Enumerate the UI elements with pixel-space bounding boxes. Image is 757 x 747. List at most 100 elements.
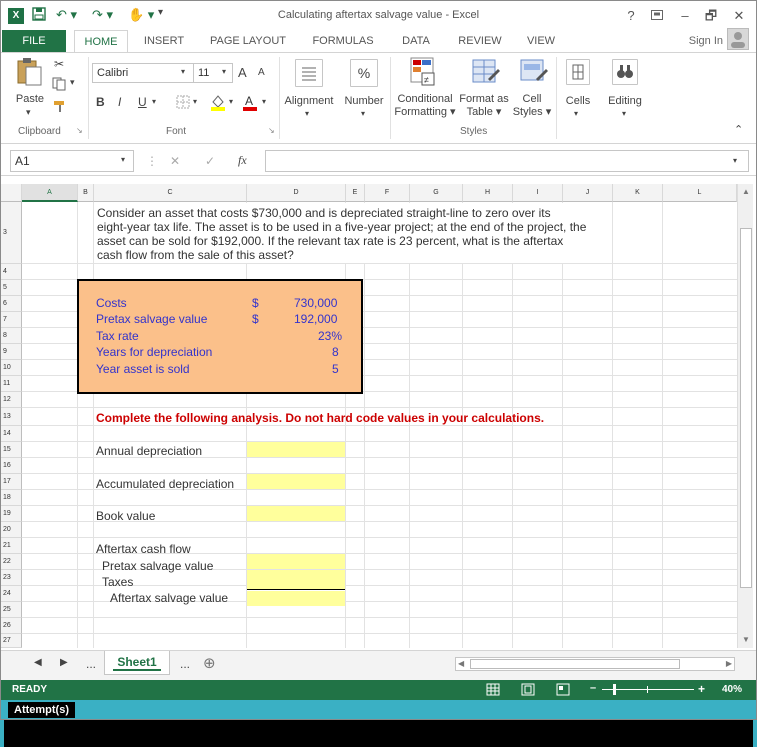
format-as-table-icon[interactable] [472, 57, 500, 87]
editing-icon[interactable] [612, 59, 638, 85]
row-header-8[interactable]: 8 [0, 328, 22, 344]
column-header-c[interactable]: C [94, 184, 247, 202]
row-header-20[interactable]: 20 [0, 522, 22, 538]
worksheet-grid[interactable]: A B C D E F G H I J K L 3 4 5 6 7 8 9 10… [0, 184, 737, 648]
next-sheet-icon[interactable]: ▶ [60, 657, 68, 668]
cells-button-label[interactable]: Cells [560, 95, 596, 107]
help-button[interactable]: ? [620, 6, 642, 26]
column-header-l[interactable]: L [663, 184, 737, 202]
copy-icon[interactable] [52, 77, 68, 91]
font-name-select[interactable]: Calibri [92, 63, 194, 83]
more-sheets-left[interactable]: ... [86, 657, 96, 671]
row-header-24[interactable]: 24 [0, 586, 22, 602]
clipboard-launcher-icon[interactable]: ↘ [76, 126, 83, 135]
editing-button-label[interactable]: Editing [602, 95, 648, 107]
column-header-j[interactable]: J [563, 184, 613, 202]
tab-file[interactable]: FILE [2, 30, 66, 52]
input-value-pretax-salvage[interactable]: 192,000 [294, 312, 337, 326]
bold-button[interactable]: B [96, 95, 105, 109]
row-header-13[interactable]: 13 [0, 408, 22, 426]
tab-page-layout[interactable]: PAGE LAYOUT [204, 30, 292, 52]
alignment-dropdown-icon[interactable]: ▾ [305, 109, 309, 118]
scroll-left-icon[interactable]: ◀ [458, 659, 464, 668]
cut-icon[interactable]: ✂ [54, 57, 64, 71]
input-value-costs[interactable]: 730,000 [294, 296, 337, 310]
answer-cell-pretax-salvage[interactable] [247, 554, 345, 569]
answer-cell-book-value[interactable] [247, 506, 345, 521]
row-header-12[interactable]: 12 [0, 392, 22, 408]
fill-color-icon[interactable] [210, 93, 226, 111]
row-header-17[interactable]: 17 [0, 474, 22, 490]
row-header-15[interactable]: 15 [0, 442, 22, 458]
minimize-button[interactable]: – [674, 6, 696, 26]
row-header-14[interactable]: 14 [0, 426, 22, 442]
scroll-down-icon[interactable]: ▼ [740, 634, 752, 646]
problem-text-block[interactable]: Consider an asset that costs $730,000 an… [94, 203, 612, 263]
cancel-entry-icon[interactable]: ✕ [170, 154, 180, 168]
paste-icon[interactable] [16, 57, 44, 87]
zoom-level[interactable]: 40% [722, 684, 742, 695]
font-size-dropdown-icon[interactable]: ▾ [222, 67, 226, 76]
formula-input[interactable] [265, 150, 749, 172]
row-header-19[interactable]: 19 [0, 506, 22, 522]
close-button[interactable]: ✕ [728, 6, 750, 26]
row-header-5[interactable]: 5 [0, 280, 22, 296]
prev-sheet-icon[interactable]: ◀ [34, 657, 42, 668]
row-header-11[interactable]: 11 [0, 376, 22, 392]
tab-data[interactable]: DATA [392, 30, 440, 52]
tab-home[interactable]: HOME [74, 30, 128, 52]
column-header-k[interactable]: K [613, 184, 663, 202]
paste-dropdown-icon[interactable]: ▾ [26, 107, 31, 118]
restore-button[interactable]: 🗗 [700, 6, 722, 26]
italic-button[interactable]: I [118, 95, 121, 109]
sign-in-link[interactable]: Sign In [689, 35, 723, 47]
page-break-preview-icon[interactable] [556, 683, 570, 696]
borders-icon[interactable] [176, 95, 190, 109]
tab-insert[interactable]: INSERT [136, 30, 192, 52]
row-header-26[interactable]: 26 [0, 618, 22, 634]
page-layout-view-icon[interactable] [521, 683, 535, 696]
cells-icon[interactable] [566, 59, 590, 85]
row-header-23[interactable]: 23 [0, 570, 22, 586]
hscroll-thumb[interactable] [470, 659, 680, 669]
tab-review[interactable]: REVIEW [452, 30, 508, 52]
vertical-scrollbar[interactable]: ▲ ▼ [737, 184, 753, 648]
row-header-16[interactable]: 16 [0, 458, 22, 474]
scroll-up-icon[interactable]: ▲ [740, 186, 752, 198]
horizontal-scrollbar[interactable]: ◀ ▶ [455, 657, 735, 671]
format-painter-icon[interactable] [52, 99, 68, 113]
attempts-label[interactable]: Attempt(s) [8, 702, 75, 718]
name-box-dropdown-icon[interactable]: ▾ [121, 155, 125, 164]
column-header-e[interactable]: E [346, 184, 365, 202]
scroll-right-icon[interactable]: ▶ [726, 659, 732, 668]
ribbon-display-options-button[interactable] [646, 6, 668, 26]
editing-dropdown-icon[interactable]: ▾ [622, 109, 626, 118]
row-header-27[interactable]: 27 [0, 634, 22, 648]
row-header-21[interactable]: 21 [0, 538, 22, 554]
insert-function-button[interactable]: fx [238, 153, 247, 168]
answer-cell-aftertax-salvage[interactable] [247, 591, 345, 606]
row-header-3[interactable]: 3 [0, 202, 22, 264]
cell-styles-icon[interactable] [520, 57, 548, 87]
row-header-22[interactable]: 22 [0, 554, 22, 570]
column-header-g[interactable]: G [410, 184, 463, 202]
expand-formula-bar-icon[interactable]: ▾ [733, 156, 737, 165]
alignment-icon[interactable] [295, 59, 323, 87]
row-header-9[interactable]: 9 [0, 344, 22, 360]
answer-cell-accumulated-depreciation[interactable] [247, 474, 345, 489]
tab-formulas[interactable]: FORMULAS [306, 30, 380, 52]
conditional-formatting-icon[interactable]: ≠ [410, 57, 438, 87]
answer-cell-annual-depreciation[interactable] [247, 442, 345, 457]
font-color-icon[interactable]: A [242, 93, 258, 111]
conditional-formatting-button-label[interactable]: Conditional Formatting ▾ [392, 93, 458, 119]
zoom-slider-thumb[interactable] [613, 684, 616, 695]
row-header-4[interactable]: 4 [0, 264, 22, 280]
shrink-font-button[interactable]: A [258, 67, 265, 78]
row-header-10[interactable]: 10 [0, 360, 22, 376]
underline-button[interactable]: U [138, 95, 147, 109]
zoom-in-icon[interactable]: + [698, 682, 705, 696]
row-header-7[interactable]: 7 [0, 312, 22, 328]
format-as-table-button-label[interactable]: Format as Table ▾ [458, 93, 510, 119]
number-dropdown-icon[interactable]: ▾ [361, 109, 365, 118]
select-all-corner[interactable] [0, 184, 22, 202]
